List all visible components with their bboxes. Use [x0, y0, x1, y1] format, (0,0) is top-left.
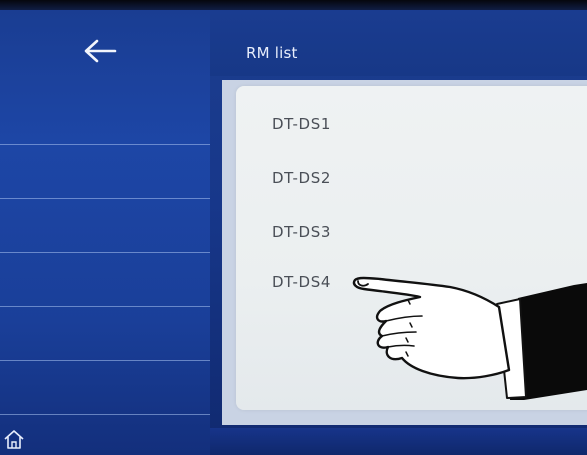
- sidebar-row-1[interactable]: [0, 76, 210, 145]
- list-item-label: DT-DS2: [272, 169, 331, 187]
- sidebar-row-2[interactable]: [0, 144, 210, 199]
- home-button[interactable]: [2, 427, 26, 451]
- arrow-left-icon: [84, 39, 117, 63]
- header-bar: RM list: [210, 10, 587, 76]
- back-button[interactable]: [70, 30, 130, 72]
- screen: RM list DT-DS1 DT-DS2 DT-DS3 DT-DS4: [0, 0, 587, 455]
- pointing-hand-illustration: [352, 276, 587, 400]
- sidebar-row-3[interactable]: [0, 198, 210, 253]
- sidebar-row-4[interactable]: [0, 252, 210, 307]
- list-item-dt-ds2[interactable]: DT-DS2: [236, 158, 576, 198]
- list-item-label: DT-DS3: [272, 223, 331, 241]
- list-item-label: DT-DS1: [272, 115, 331, 133]
- page-title: RM list: [246, 44, 298, 62]
- sidebar-row-5[interactable]: [0, 306, 210, 361]
- sidebar: [0, 10, 210, 455]
- home-icon: [4, 430, 24, 449]
- list-item-dt-ds1[interactable]: DT-DS1: [236, 104, 576, 144]
- bottom-strip: [210, 428, 587, 455]
- list-item-dt-ds3[interactable]: DT-DS3: [236, 212, 576, 252]
- device-bezel: [0, 0, 587, 10]
- list-item-label: DT-DS4: [272, 273, 331, 291]
- sidebar-row-6[interactable]: [0, 360, 210, 415]
